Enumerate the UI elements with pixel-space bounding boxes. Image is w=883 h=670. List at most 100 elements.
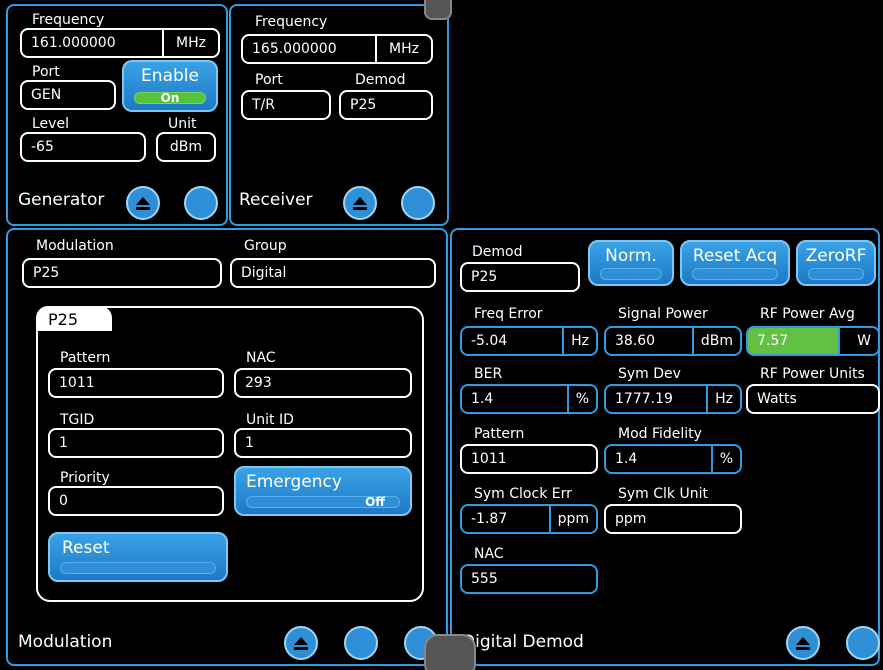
generator-frequency-value: 161.000000 — [31, 35, 116, 51]
generator-frequency-unit: MHz — [162, 30, 218, 56]
demod-type-field[interactable]: P25 — [460, 262, 580, 292]
p25-nac-field[interactable]: 293 — [234, 368, 412, 398]
modulation-type-value: P25 — [33, 265, 60, 281]
p25-tgid-field[interactable]: 1 — [48, 428, 224, 458]
generator-panel: Frequency 161.000000 MHz Port GEN Enable… — [6, 4, 228, 226]
freq-error-value: -5.04 — [471, 333, 508, 349]
receiver-demod-label: Demod — [355, 72, 406, 88]
demod-pattern-value: 1011 — [471, 451, 507, 467]
sym-clock-err-unit: ppm — [548, 506, 596, 532]
modulation-collapse-button[interactable] — [284, 626, 318, 660]
generator-frequency-field[interactable]: 161.000000 MHz — [20, 28, 220, 58]
p25-pattern-label: Pattern — [60, 350, 111, 366]
reset-acq-button-label: Reset Acq — [692, 246, 778, 266]
freq-error-field: -5.04 Hz — [460, 326, 598, 356]
p25-reset-button[interactable]: Reset — [48, 532, 228, 582]
rf-power-avg-label: RF Power Avg — [760, 306, 855, 322]
generator-frequency-label: Frequency — [32, 12, 105, 28]
modulation-panel-title: Modulation — [18, 632, 113, 652]
p25-emergency-state: Off — [246, 496, 400, 508]
generator-port-value: GEN — [31, 87, 62, 103]
p25-tgid-label: TGID — [60, 412, 95, 428]
ber-label: BER — [474, 366, 503, 382]
demod-nac-value: 555 — [471, 571, 498, 587]
generator-level-value: -65 — [31, 139, 54, 155]
mod-fidelity-field: 1.4 % — [604, 444, 742, 474]
modulation-panel: Modulation P25 Group Digital P25 Pattern… — [6, 228, 448, 666]
generator-port-label: Port — [32, 64, 60, 80]
digital-demod-panel-title: Digital Demod — [462, 632, 584, 652]
receiver-frequency-field[interactable]: 165.000000 MHz — [241, 34, 433, 64]
receiver-demod-value: P25 — [350, 97, 377, 113]
modulation-group-field[interactable]: Digital — [230, 258, 436, 288]
demod-pattern-label: Pattern — [474, 426, 525, 442]
demod-nac-field: 555 — [460, 564, 598, 594]
rf-power-avg-field: 7.57 W — [746, 326, 880, 356]
p25-unit-id-field[interactable]: 1 — [234, 428, 412, 458]
demod-nac-label: NAC — [474, 546, 504, 562]
digital-demod-options-button[interactable] — [846, 626, 880, 660]
ber-value: 1.4 — [471, 391, 494, 407]
generator-unit-field[interactable]: dBm — [156, 132, 216, 162]
generator-level-field[interactable]: -65 — [20, 132, 146, 162]
sym-clk-unit-field[interactable]: ppm — [604, 504, 742, 534]
top-handle[interactable] — [424, 0, 452, 20]
generator-unit-label: Unit — [168, 116, 197, 132]
freq-error-unit: Hz — [562, 328, 596, 354]
receiver-panel: Frequency 165.000000 MHz Port T/R Demod … — [229, 4, 449, 226]
receiver-port-field[interactable]: T/R — [241, 90, 331, 120]
p25-reset-bar — [60, 562, 216, 574]
sym-clock-err-value: -1.87 — [471, 511, 508, 527]
receiver-collapse-button[interactable] — [343, 186, 377, 220]
p25-reset-label: Reset — [62, 538, 110, 558]
sym-clk-unit-label: Sym Clk Unit — [618, 486, 708, 502]
generator-level-label: Level — [32, 116, 69, 132]
rf-power-avg-value: 7.57 — [757, 333, 789, 349]
norm-button[interactable]: Norm. — [588, 240, 674, 286]
zero-rf-button-label: ZeroRF — [805, 246, 867, 266]
ber-field: 1.4 % — [460, 384, 598, 414]
p25-settings-card: P25 Pattern 1011 NAC 293 TGID 1 Unit ID … — [36, 306, 424, 602]
sym-clk-unit-value: ppm — [615, 511, 647, 527]
bottom-handle[interactable] — [424, 634, 476, 670]
generator-enable-state: On — [134, 92, 206, 104]
generator-enable-toggle[interactable]: Enable On — [122, 60, 218, 112]
receiver-demod-field[interactable]: P25 — [339, 90, 433, 120]
demod-pattern-field[interactable]: 1011 — [460, 444, 598, 474]
receiver-expand-button[interactable] — [401, 186, 435, 220]
receiver-port-value: T/R — [252, 97, 275, 113]
rf-power-units-field[interactable]: Watts — [746, 384, 880, 414]
reset-acq-button[interactable]: Reset Acq — [680, 240, 790, 286]
receiver-frequency-value: 165.000000 — [252, 41, 337, 57]
sym-dev-value: 1777.19 — [615, 391, 673, 407]
p25-emergency-toggle[interactable]: Emergency Off — [234, 466, 412, 516]
p25-priority-field[interactable]: 0 — [48, 486, 224, 516]
p25-pattern-field[interactable]: 1011 — [48, 368, 224, 398]
generator-expand-button[interactable] — [184, 186, 218, 220]
sym-dev-label: Sym Dev — [618, 366, 681, 382]
sym-dev-field: 1777.19 Hz — [604, 384, 742, 414]
p25-unit-id-value: 1 — [245, 435, 254, 451]
sym-clock-err-label: Sym Clock Err — [474, 486, 572, 502]
p25-priority-value: 0 — [59, 493, 68, 509]
modulation-type-field[interactable]: P25 — [22, 258, 222, 288]
modulation-expand-button[interactable] — [344, 626, 378, 660]
eject-up-icon — [796, 637, 810, 650]
eject-up-icon — [353, 197, 367, 210]
modulation-group-value: Digital — [241, 265, 287, 281]
generator-collapse-button[interactable] — [126, 186, 160, 220]
p25-priority-label: Priority — [60, 470, 110, 486]
receiver-panel-title: Receiver — [239, 190, 313, 210]
p25-unit-id-label: Unit ID — [246, 412, 294, 428]
zero-rf-button[interactable]: ZeroRF — [796, 240, 876, 286]
norm-button-bar — [600, 268, 662, 280]
generator-port-field[interactable]: GEN — [20, 80, 116, 110]
mod-fidelity-unit: % — [710, 446, 740, 472]
modulation-group-label: Group — [244, 238, 287, 254]
digital-demod-collapse-button[interactable] — [786, 626, 820, 660]
receiver-frequency-label: Frequency — [255, 14, 328, 30]
demod-type-label: Demod — [472, 244, 523, 260]
p25-pattern-value: 1011 — [59, 375, 95, 391]
receiver-frequency-unit: MHz — [375, 36, 431, 62]
freq-error-label: Freq Error — [474, 306, 543, 322]
